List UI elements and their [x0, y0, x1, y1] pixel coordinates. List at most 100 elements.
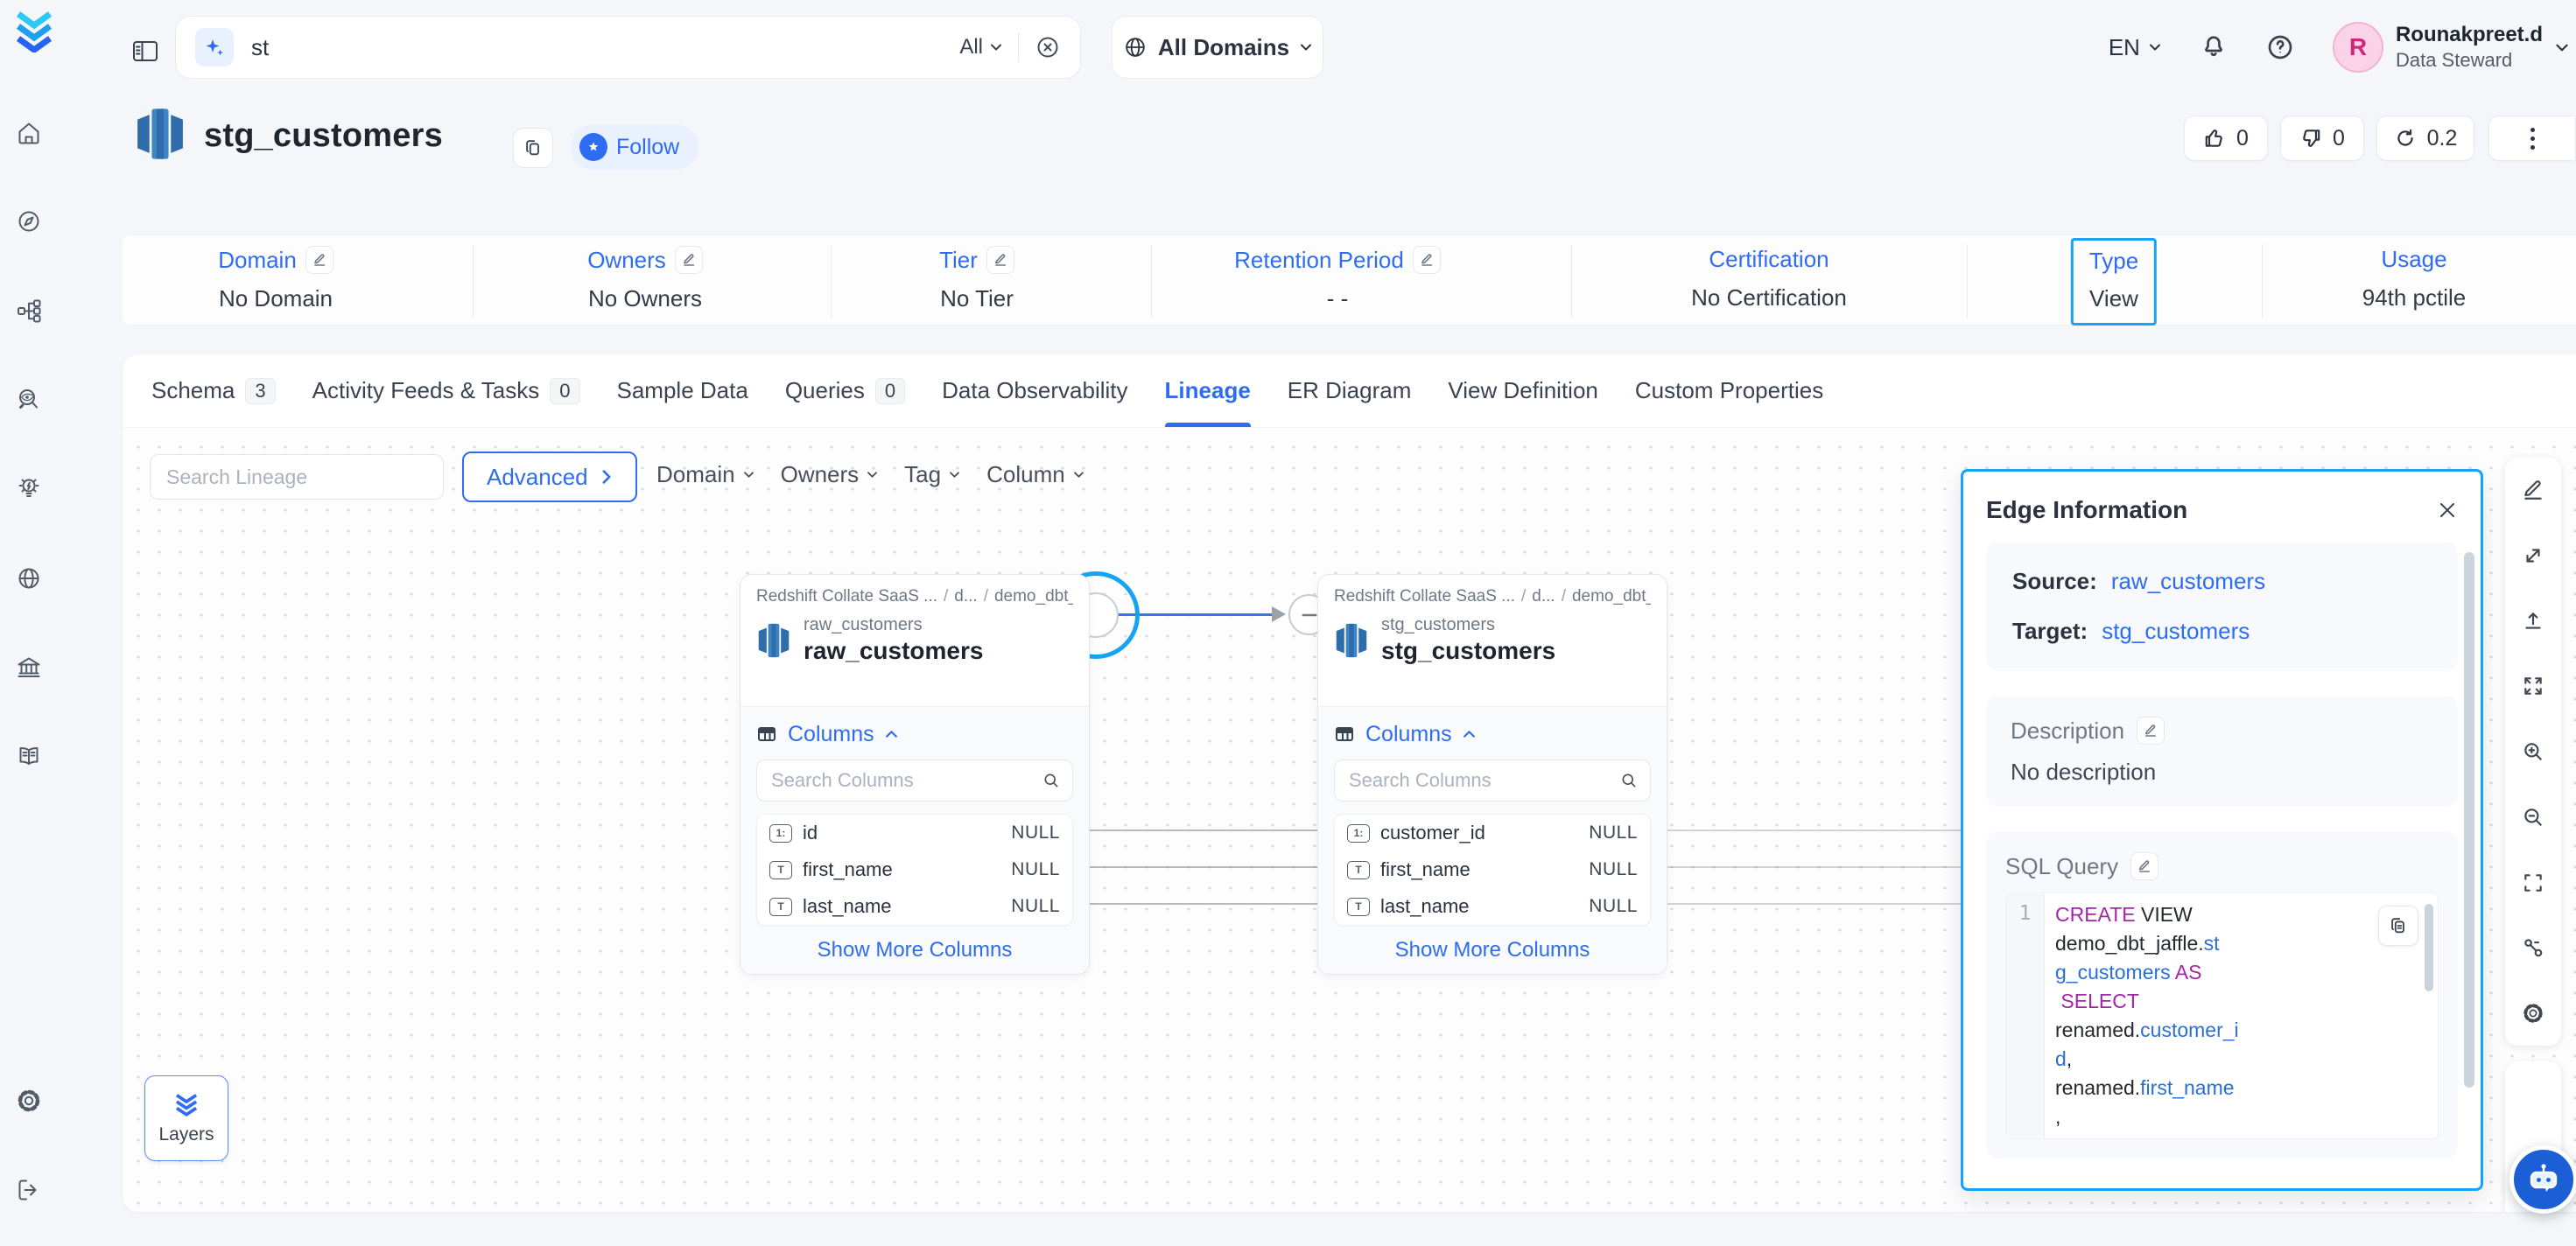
tab-activity-feeds[interactable]: Activity Feeds & Tasks0 — [312, 354, 580, 427]
divider — [831, 244, 832, 318]
language-dropdown[interactable]: EN — [2109, 34, 2161, 61]
page-title: stg_customers — [204, 117, 443, 155]
filter-tag-dropdown[interactable]: Tag — [904, 461, 960, 488]
edge-arrowhead-icon — [1272, 606, 1286, 622]
edit-domain-icon[interactable] — [305, 246, 333, 274]
tab-lineage[interactable]: Lineage — [1165, 354, 1251, 427]
domains-globe-icon[interactable] — [16, 565, 44, 593]
help-icon[interactable] — [2266, 33, 2294, 61]
upvote-button[interactable]: 0 — [2184, 116, 2268, 161]
column-row[interactable]: Tlast_nameNULL — [1335, 888, 1650, 925]
column-lineage-edge — [1667, 866, 1961, 868]
panel-title: Edge Information — [1986, 496, 2187, 524]
edit-retention-icon[interactable] — [1413, 246, 1441, 274]
downvote-button[interactable]: 0 — [2280, 116, 2364, 161]
node-body: Columns 1:customer_idNULL Tfirst_nameNUL… — [1318, 706, 1667, 974]
follow-button[interactable]: Follow — [571, 124, 698, 170]
tab-er-diagram[interactable]: ER Diagram — [1288, 354, 1412, 427]
expand-node-icon[interactable] — [2522, 544, 2544, 567]
more-actions-button[interactable] — [2488, 116, 2576, 161]
explore-compass-icon[interactable] — [16, 208, 44, 236]
ai-sparkle-icon[interactable] — [195, 28, 234, 66]
chevron-up-icon — [1463, 730, 1476, 738]
edit-lineage-icon[interactable] — [2522, 479, 2544, 501]
filter-owners-dropdown[interactable]: Owners — [781, 461, 879, 488]
export-lineage-icon[interactable] — [2522, 610, 2544, 633]
search-input[interactable] — [249, 33, 944, 62]
all-domains-button[interactable]: All Domains — [1112, 16, 1323, 79]
tab-custom-properties[interactable]: Custom Properties — [1635, 354, 1823, 427]
show-more-columns-link[interactable]: Show More Columns — [1334, 938, 1651, 962]
chevron-down-icon — [1073, 471, 1084, 479]
observability-icon[interactable] — [16, 387, 44, 415]
column-row[interactable]: Tlast_nameNULL — [757, 888, 1072, 925]
edge-sql-card: SQL Query 1 CREATE VIEWdemo_dbt_jaffle.s… — [1986, 831, 2458, 1158]
meta-owners: Owners No Owners — [587, 246, 703, 312]
insights-bulb-icon[interactable] — [16, 476, 44, 504]
fit-view-icon[interactable] — [2522, 675, 2544, 697]
assistant-bot-button[interactable] — [2509, 1145, 2576, 1214]
column-row[interactable]: 1:customer_idNULL — [1335, 815, 1650, 851]
search-columns-input[interactable] — [769, 768, 1034, 793]
fullscreen-icon[interactable] — [2522, 872, 2544, 894]
edit-tier-icon[interactable] — [986, 246, 1014, 274]
edit-sql-icon[interactable] — [2130, 852, 2158, 880]
edit-owners-icon[interactable] — [675, 246, 703, 274]
layers-icon — [172, 1091, 201, 1117]
share-nodes-icon[interactable] — [2522, 936, 2544, 959]
lineage-node-raw-customers[interactable]: Redshift Collate SaaS .../ d.../ demo_db… — [740, 574, 1090, 975]
filter-column-dropdown[interactable]: Column — [986, 461, 1084, 488]
copy-name-button[interactable] — [513, 128, 553, 168]
tab-queries[interactable]: Queries0 — [785, 354, 905, 427]
lineage-search-input[interactable] — [165, 465, 427, 490]
table-icon — [756, 724, 777, 745]
chevron-down-icon — [2149, 43, 2161, 52]
columns-toggle[interactable]: Columns — [1334, 721, 1651, 747]
show-more-columns-link[interactable]: Show More Columns — [756, 938, 1073, 962]
glossary-book-icon[interactable] — [16, 744, 44, 772]
notifications-bell-icon[interactable] — [2200, 33, 2228, 61]
column-row[interactable]: Tfirst_nameNULL — [1335, 851, 1650, 888]
tab-schema[interactable]: Schema3 — [151, 354, 276, 427]
tab-sample-data[interactable]: Sample Data — [617, 354, 748, 427]
filter-domain-dropdown[interactable]: Domain — [656, 461, 755, 488]
lineage-canvas[interactable]: Advanced Domain Owners Tag Column — [123, 428, 2576, 1212]
edit-description-icon[interactable] — [2137, 717, 2165, 745]
settings-gear-icon[interactable] — [16, 1088, 44, 1116]
search-scope-dropdown[interactable]: All — [959, 35, 1002, 60]
logout-icon[interactable] — [16, 1177, 44, 1205]
lineage-node-stg-customers[interactable]: Redshift Collate SaaS .../ d.../ demo_db… — [1317, 574, 1667, 975]
lineage-settings-gear-icon[interactable] — [2522, 1002, 2544, 1025]
sidebar-toggle-icon[interactable] — [130, 35, 161, 66]
chevron-down-icon — [949, 471, 960, 479]
copy-sql-button[interactable] — [2378, 906, 2418, 946]
tab-data-observability[interactable]: Data Observability — [942, 354, 1127, 427]
close-icon[interactable] — [2437, 500, 2458, 521]
lineage-flow-icon[interactable] — [16, 298, 44, 326]
clear-search-icon[interactable] — [1035, 34, 1061, 60]
advanced-search-button[interactable]: Advanced — [462, 452, 637, 502]
column-lineage-edge — [1667, 903, 1961, 905]
target-link[interactable]: stg_customers — [2102, 618, 2250, 645]
lineage-filters: Domain Owners Tag Column — [656, 461, 1084, 488]
star-icon — [579, 133, 607, 161]
lineage-edge[interactable] — [1118, 613, 1276, 616]
governance-bank-icon[interactable] — [16, 654, 44, 682]
panel-scrollbar[interactable] — [2464, 552, 2474, 1088]
column-row[interactable]: Tfirst_nameNULL — [757, 851, 1072, 888]
global-search-bar[interactable]: All — [175, 16, 1081, 79]
zoom-out-icon[interactable] — [2522, 806, 2544, 829]
search-columns-input[interactable] — [1347, 768, 1611, 793]
zoom-in-icon[interactable] — [2522, 740, 2544, 763]
divider — [2262, 244, 2263, 318]
tab-view-definition[interactable]: View Definition — [1448, 354, 1598, 427]
home-icon[interactable] — [16, 120, 44, 148]
columns-toggle[interactable]: Columns — [756, 721, 1073, 747]
column-row[interactable]: 1:idNULL — [757, 815, 1072, 851]
divider — [1018, 32, 1019, 62]
version-button[interactable]: 0.2 — [2376, 116, 2474, 161]
user-menu[interactable]: R Rounakpreet.d Data Steward — [2333, 22, 2569, 73]
layers-button[interactable]: Layers — [144, 1075, 228, 1161]
code-scrollbar[interactable] — [2425, 904, 2433, 991]
source-link[interactable]: raw_customers — [2111, 568, 2265, 595]
